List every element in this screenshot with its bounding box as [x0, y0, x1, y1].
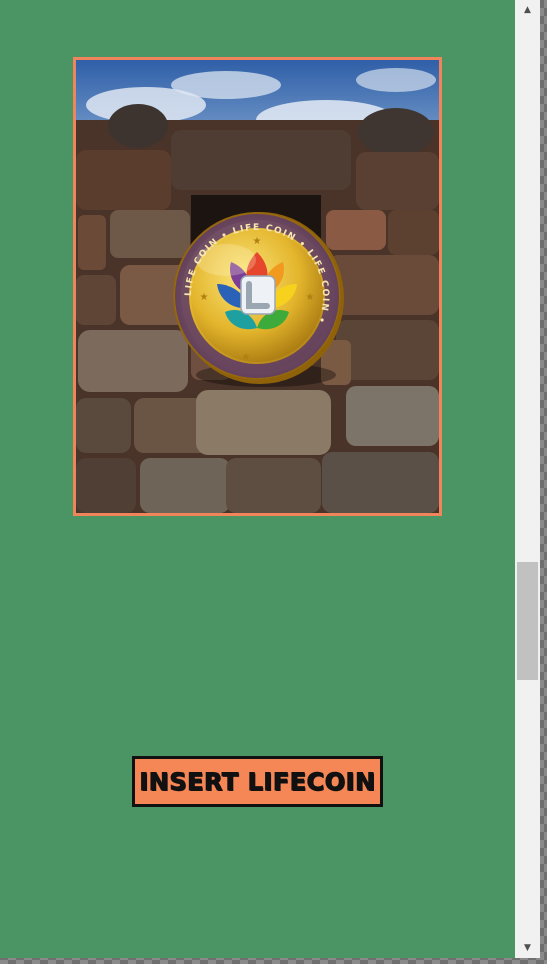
svg-text:★: ★ — [200, 292, 209, 303]
scroll-up-arrow-icon[interactable]: ▲ — [515, 0, 540, 20]
scrollbar-thumb[interactable] — [517, 562, 538, 680]
insert-lifecoin-label: INSERT LIFECOIN — [139, 767, 376, 796]
lifecoin-image: LIFE COIN • LIFE COIN • LIFE COIN • ★ ★ … — [73, 57, 442, 516]
svg-text:★: ★ — [253, 236, 262, 247]
svg-text:★: ★ — [242, 352, 251, 363]
insert-lifecoin-button[interactable]: INSERT LIFECOIN — [132, 756, 383, 807]
page-content: LIFE COIN • LIFE COIN • LIFE COIN • ★ ★ … — [0, 0, 515, 958]
scroll-down-arrow-icon[interactable]: ▼ — [515, 938, 540, 958]
svg-text:★: ★ — [306, 292, 315, 303]
vertical-scrollbar[interactable]: ▲ ▼ — [515, 0, 540, 958]
browser-viewport: LIFE COIN • LIFE COIN • LIFE COIN • ★ ★ … — [0, 0, 547, 964]
